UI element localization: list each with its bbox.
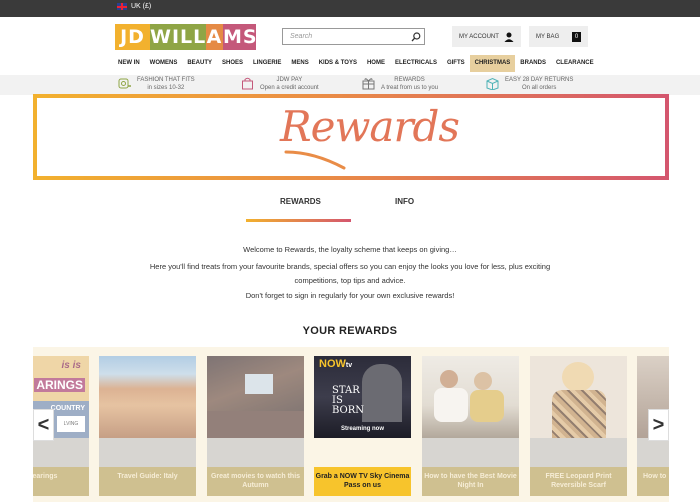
nav-kids-toys[interactable]: KIDS & TOYS: [314, 55, 362, 72]
nav-mens[interactable]: MENS: [286, 55, 313, 72]
nav-womens[interactable]: WOMENS: [145, 55, 183, 72]
nav-clearance[interactable]: CLEARANCE: [551, 55, 599, 72]
tape-measure-icon: [118, 78, 131, 89]
reward-caption: How to have the Best Movie Night In: [422, 467, 519, 496]
logo-part-1: JD: [115, 24, 150, 50]
return-box-icon: [486, 77, 499, 90]
usp-fashion-fits[interactable]: FASHION THAT FITS in sizes 10-32: [118, 77, 195, 92]
nav-home[interactable]: HOME: [362, 55, 390, 72]
nav-gifts[interactable]: GIFTS: [442, 55, 470, 72]
carousel-prev-button[interactable]: <: [33, 409, 54, 441]
reward-card-now-tv[interactable]: NOWtv STAR IS BORN Streaming now Grab a …: [314, 356, 411, 496]
reward-image-text: STAR IS BORN: [332, 385, 365, 416]
nav-brands[interactable]: BRANDS: [515, 55, 551, 72]
nav-lingerie[interactable]: LINGERIE: [248, 55, 286, 72]
bag-count: 0: [574, 33, 579, 40]
rewards-banner: Rewards: [33, 94, 669, 180]
main-nav: NEW IN WOMENS BEAUTY SHOES LINGERIE MENS…: [113, 55, 599, 72]
banner-inner: Rewards: [37, 98, 665, 176]
gift-icon: [362, 78, 375, 90]
locale-label: UK (£): [131, 3, 152, 10]
reward-caption: Travel Guide: Italy: [99, 467, 196, 496]
search-box[interactable]: Search: [282, 28, 425, 45]
usp-title: EASY 28 DAY RETURNS: [505, 77, 574, 83]
reward-image-text: LVING: [57, 416, 85, 432]
reward-image: [530, 356, 627, 438]
nav-new-in[interactable]: NEW IN: [113, 55, 145, 72]
logo-part-2: WILLI: [150, 24, 215, 50]
my-bag-button[interactable]: MY BAG 0: [529, 26, 588, 47]
usp-title: REWARDS: [394, 77, 425, 83]
reward-image-text: is is: [61, 360, 81, 371]
reward-caption: Great movies to watch this Autumn: [207, 467, 304, 496]
locale-selector[interactable]: UK (£): [117, 3, 151, 10]
my-account-button[interactable]: MY ACCOUNT: [452, 26, 521, 47]
reward-image: NOWtv STAR IS BORN Streaming now: [314, 356, 411, 438]
reward-image: [422, 356, 519, 438]
intro-line-1: Welcome to Rewards, the loyalty scheme t…: [243, 245, 457, 254]
my-bag-label: MY BAG: [536, 33, 560, 40]
reward-caption: Shearings: [33, 467, 89, 496]
reward-card-movie-night[interactable]: How to have the Best Movie Night In: [422, 356, 519, 496]
usp-subtitle: On all orders: [522, 84, 557, 91]
rewards-carousel[interactable]: is is ARINGS COUNTRY LVING Shearings Tra…: [33, 347, 669, 502]
reward-image-text: Streaming now: [340, 426, 384, 432]
reward-caption: How to: [637, 467, 669, 496]
active-tab-indicator: [246, 219, 351, 222]
logo-part-3: A: [206, 24, 223, 50]
chevron-left-icon: <: [37, 413, 50, 436]
usp-jdw-pay[interactable]: JDW PAY Open a credit account: [241, 77, 319, 92]
top-bar: UK (£): [0, 0, 700, 17]
intro-line-3: competitions, top tips and advice.: [294, 276, 406, 285]
reward-caption: Grab a NOW TV Sky Cinema Pass on us: [314, 467, 411, 496]
banner-title: Rewards: [280, 102, 460, 151]
search-input[interactable]: Search: [283, 33, 408, 40]
uk-flag-icon: [117, 3, 127, 10]
search-icon: [411, 31, 421, 41]
usp-subtitle: A treat from us to you: [381, 84, 439, 91]
nav-electricals[interactable]: ELECTRICALS: [390, 55, 442, 72]
usp-subtitle: Open a credit account: [260, 84, 319, 91]
usp-rewards[interactable]: REWARDS A treat from us to you: [362, 77, 438, 92]
usp-strip: FASHION THAT FITS in sizes 10-32 JDW PAY O…: [0, 75, 700, 95]
intro-line-4: Don't forget to sign in regularly for yo…: [245, 291, 455, 300]
reward-image-text: ARINGS: [34, 378, 85, 392]
now-tv-logo: NOWtv: [319, 358, 353, 370]
reward-caption: FREE Leopard Print Reversible Scarf: [530, 467, 627, 496]
reward-image-text: COUNTRY: [50, 405, 85, 412]
search-button[interactable]: [408, 29, 424, 44]
reward-card-leopard-scarf[interactable]: FREE Leopard Print Reversible Scarf: [530, 356, 627, 496]
banner-swoosh-decoration: [284, 150, 346, 170]
nav-christmas[interactable]: CHRISTMAS: [469, 55, 516, 72]
shopping-bag-icon: [242, 77, 253, 90]
bag-icon: 0: [572, 31, 581, 42]
logo-part-4: MS: [223, 24, 258, 50]
nav-beauty[interactable]: BEAUTY: [182, 55, 217, 72]
usp-returns[interactable]: EASY 28 DAY RETURNS On all orders: [486, 77, 573, 92]
carousel-next-button[interactable]: >: [648, 409, 669, 441]
reward-image: [207, 356, 304, 438]
your-rewards-heading: YOUR REWARDS: [302, 325, 398, 337]
reward-image: [99, 356, 196, 438]
usp-subtitle: in sizes 10-32: [147, 84, 185, 91]
tab-rewards[interactable]: REWARDS: [280, 197, 321, 206]
jd-williams-logo[interactable]: JD WILLI A MS: [115, 24, 258, 50]
intro-line-2: Here you'll find treats from your favour…: [149, 262, 551, 271]
usp-title: FASHION THAT FITS: [137, 77, 195, 83]
usp-title: JDW PAY: [276, 77, 303, 83]
tab-info[interactable]: INFO: [395, 197, 414, 206]
my-account-label: MY ACCOUNT: [459, 33, 499, 40]
user-icon: [504, 32, 514, 42]
nav-shoes[interactable]: SHOES: [217, 55, 248, 72]
chevron-right-icon: >: [652, 413, 665, 436]
reward-card-great-movies[interactable]: Great movies to watch this Autumn: [207, 356, 304, 496]
reward-card-travel-italy[interactable]: Travel Guide: Italy: [99, 356, 196, 496]
